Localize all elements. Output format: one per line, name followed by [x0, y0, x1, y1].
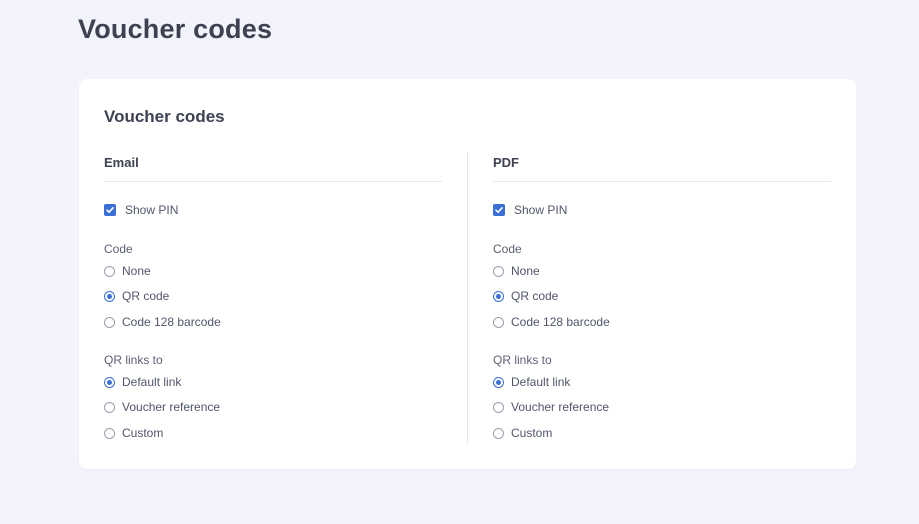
email-show-pin-checkbox[interactable]: Show PIN: [104, 201, 178, 219]
radio-checked-icon: [104, 376, 115, 388]
radio-unchecked-icon: [104, 401, 115, 413]
radio-unchecked-icon: [493, 427, 504, 439]
radio-unchecked-icon: [104, 316, 115, 328]
email-section-title: Email: [104, 155, 139, 170]
pdf-code-label: Code: [493, 242, 522, 256]
radio-label: Voucher reference: [511, 400, 610, 414]
pdf-code-option-none[interactable]: None: [493, 262, 540, 280]
radio-label: Default link: [122, 375, 182, 389]
email-section-divider: [104, 181, 442, 182]
email-settings-column: Email Show PIN Code None QR code Code 12…: [104, 153, 442, 445]
email-qr-option-custom[interactable]: Custom: [104, 424, 163, 442]
radio-unchecked-icon: [493, 401, 504, 413]
radio-label: QR code: [511, 289, 559, 303]
pdf-qr-option-custom[interactable]: Custom: [493, 424, 552, 442]
radio-checked-icon: [104, 290, 115, 302]
pdf-section-divider: [493, 181, 831, 182]
radio-checked-icon: [493, 290, 504, 302]
email-code-option-code128[interactable]: Code 128 barcode: [104, 313, 221, 331]
radio-label: Code 128 barcode: [511, 315, 610, 329]
email-code-label: Code: [104, 242, 133, 256]
radio-label: None: [122, 264, 151, 278]
radio-checked-icon: [493, 376, 504, 388]
radio-unchecked-icon: [493, 316, 504, 328]
email-qr-links-label: QR links to: [104, 353, 163, 367]
email-show-pin-label: Show PIN: [125, 203, 179, 217]
voucher-codes-card: Voucher codes Email Show PIN Code None Q…: [79, 79, 856, 469]
radio-label: Default link: [511, 375, 571, 389]
email-code-option-qr[interactable]: QR code: [104, 287, 169, 305]
pdf-show-pin-checkbox[interactable]: Show PIN: [493, 201, 567, 219]
email-qr-option-default-link[interactable]: Default link: [104, 373, 181, 391]
email-code-option-none[interactable]: None: [104, 262, 151, 280]
email-qr-option-voucher-reference[interactable]: Voucher reference: [104, 398, 220, 416]
pdf-show-pin-label: Show PIN: [514, 203, 568, 217]
pdf-settings-column: PDF Show PIN Code None QR code Code 128 …: [493, 153, 831, 445]
radio-unchecked-icon: [104, 265, 115, 277]
radio-unchecked-icon: [104, 427, 115, 439]
card-title: Voucher codes: [104, 107, 225, 126]
pdf-code-option-qr[interactable]: QR code: [493, 287, 558, 305]
pdf-qr-links-label: QR links to: [493, 353, 552, 367]
column-divider: [467, 152, 468, 444]
radio-label: QR code: [122, 289, 170, 303]
pdf-code-option-code128[interactable]: Code 128 barcode: [493, 313, 610, 331]
radio-label: None: [511, 264, 540, 278]
radio-label: Custom: [511, 426, 553, 440]
checkbox-checked-icon: [104, 204, 116, 216]
pdf-section-title: PDF: [493, 155, 519, 170]
radio-unchecked-icon: [493, 265, 504, 277]
page-title: Voucher codes: [78, 14, 273, 44]
pdf-qr-option-voucher-reference[interactable]: Voucher reference: [493, 398, 609, 416]
pdf-qr-option-default-link[interactable]: Default link: [493, 373, 570, 391]
radio-label: Code 128 barcode: [122, 315, 221, 329]
radio-label: Custom: [122, 426, 164, 440]
checkbox-checked-icon: [493, 204, 505, 216]
radio-label: Voucher reference: [122, 400, 221, 414]
